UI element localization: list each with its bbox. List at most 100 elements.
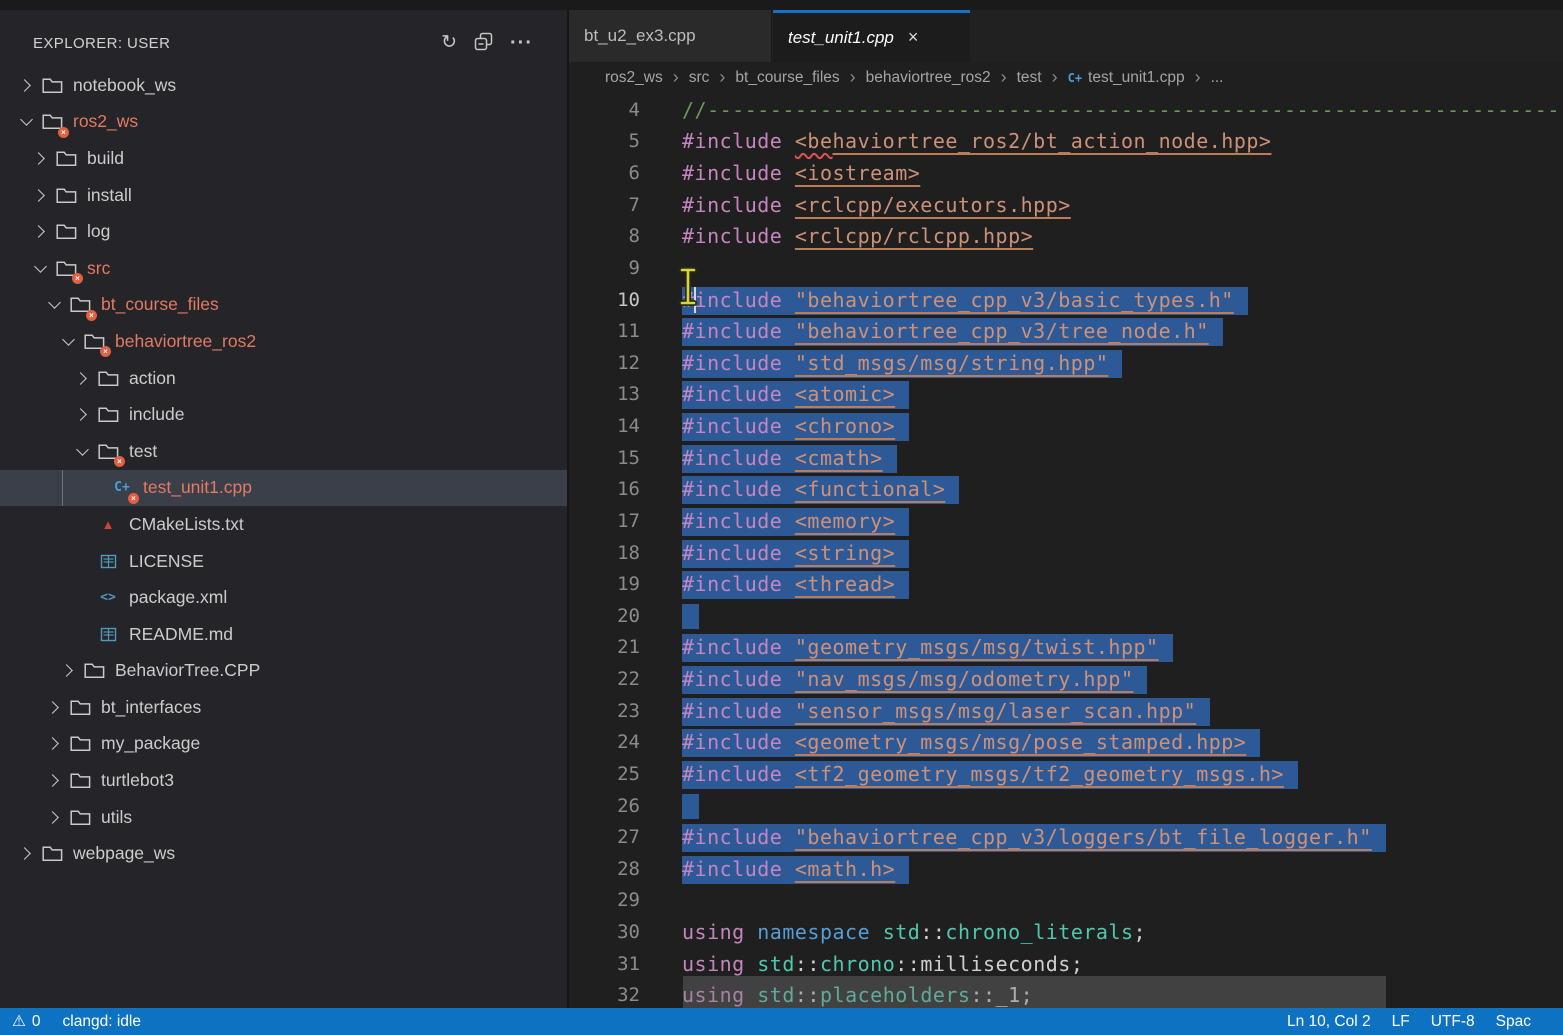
code-line-22[interactable]: 22#include "nav_msgs/msg/odometry.hpp" [569,663,1563,695]
line-number[interactable]: 19 [569,573,640,595]
tree-item-bt-course-files[interactable]: ×bt_course_files [0,287,567,324]
line-number[interactable]: 29 [569,889,640,911]
tree-item-turtlebot3[interactable]: turtlebot3 [0,762,567,799]
tree-item-log[interactable]: log [0,213,567,250]
tree-item-test[interactable]: ×test [0,433,567,470]
more-actions-icon[interactable]: ··· [510,34,533,52]
line-number[interactable]: 8 [569,225,640,247]
code-line-17[interactable]: 17#include <memory> [569,505,1563,537]
code-line-14[interactable]: 14#include <chrono> [569,410,1563,442]
tree-item-action[interactable]: action [0,360,567,397]
tree-item-build[interactable]: build [0,140,567,177]
code-line-7[interactable]: 7#include <rclcpp/executors.hpp> [569,189,1563,221]
code-line-26[interactable]: 26 [569,790,1563,822]
line-number[interactable]: 30 [569,921,640,943]
breadcrumb-item-src[interactable]: src [689,69,710,87]
code-line-25[interactable]: 25#include <tf2_geometry_msgs/tf2_geomet… [569,758,1563,790]
code-area[interactable]: 4//-------------------------------------… [569,94,1563,1008]
code-line-5[interactable]: 5#include <behaviortree_ros2/bt_action_n… [569,126,1563,158]
code-line-28[interactable]: 28#include <math.h> [569,853,1563,885]
line-number[interactable]: 11 [569,320,640,342]
code-line-6[interactable]: 6#include <iostream> [569,157,1563,189]
tree-item-test-unit1-cpp[interactable]: C+×test_unit1.cpp [0,470,567,507]
line-number[interactable]: 25 [569,763,640,785]
breadcrumb-item-ros2-ws[interactable]: ros2_ws [605,69,663,87]
breadcrumb-item-bt-course-files[interactable]: bt_course_files [735,69,839,87]
tree-item-ros2-ws[interactable]: ×ros2_ws [0,104,567,141]
tree-item-src[interactable]: ×src [0,250,567,287]
tree-item-notebook-ws[interactable]: notebook_ws [0,67,567,104]
line-number[interactable]: 31 [569,953,640,975]
code-line-20[interactable]: 20 [569,600,1563,632]
code-line-13[interactable]: 13#include <atomic> [569,379,1563,411]
line-number[interactable]: 16 [569,478,640,500]
tree-item-behaviortree-cpp[interactable]: BehaviorTree.CPP [0,653,567,690]
line-number[interactable]: 10 [569,289,640,311]
line-number[interactable]: 7 [569,194,640,216]
line-number[interactable]: 28 [569,858,640,880]
code-line-9[interactable]: 9 [569,252,1563,284]
breadcrumb-item-[interactable]: ... [1211,69,1224,87]
line-number[interactable]: 26 [569,795,640,817]
collapse-folders-icon[interactable] [474,32,493,55]
tree-item-behaviortree-ros2[interactable]: ×behaviortree_ros2 [0,323,567,360]
line-number[interactable]: 14 [569,415,640,437]
tree-item-utils[interactable]: utils [0,799,567,836]
breadcrumb-item-test[interactable]: test [1017,69,1042,87]
tree-item-readme-md[interactable]: README.md [0,616,567,653]
code-line-19[interactable]: 19#include <thread> [569,568,1563,600]
line-number[interactable]: 13 [569,383,640,405]
code-line-12[interactable]: 12#include "std_msgs/msg/string.hpp" [569,347,1563,379]
line-number[interactable]: 32 [569,984,640,1006]
horizontal-scrollbar[interactable] [683,976,1386,1008]
eol-indicator[interactable]: LF [1392,1013,1410,1031]
line-number[interactable]: 20 [569,605,640,627]
breadcrumb-item-behaviortree-ros2[interactable]: behaviortree_ros2 [866,69,991,87]
tree-item-cmakelists-txt[interactable]: ▲CMakeLists.txt [0,506,567,543]
problems-indicator[interactable]: ⚠ 0 [12,1012,41,1031]
cursor-position[interactable]: Ln 10, Col 2 [1287,1013,1371,1031]
line-number[interactable]: 22 [569,668,640,690]
line-number[interactable]: 23 [569,700,640,722]
line-number[interactable]: 15 [569,447,640,469]
line-number[interactable]: 24 [569,731,640,753]
line-number[interactable]: 12 [569,352,640,374]
code-line-24[interactable]: 24#include <geometry_msgs/msg/pose_stamp… [569,727,1563,759]
tree-item-package-xml[interactable]: <>package.xml [0,579,567,616]
line-number[interactable]: 18 [569,542,640,564]
close-tab-icon[interactable]: × [908,27,919,48]
code-line-15[interactable]: 15#include <cmath> [569,442,1563,474]
code-line-30[interactable]: 30using namespace std::chrono_literals; [569,916,1563,948]
tree-item-webpage-ws[interactable]: webpage_ws [0,835,567,872]
code-line-10[interactable]: 10#include "behaviortree_cpp_v3/basic_ty… [569,284,1563,316]
code-line-21[interactable]: 21#include "geometry_msgs/msg/twist.hpp" [569,632,1563,664]
code-line-23[interactable]: 23#include "sensor_msgs/msg/laser_scan.h… [569,695,1563,727]
breadcrumb-item-test-unit1-cpp[interactable]: C+test_unit1.cpp [1068,69,1185,87]
refresh-explorer-icon[interactable]: ↻ [441,34,457,52]
code-line-8[interactable]: 8#include <rclcpp/rclcpp.hpp> [569,221,1563,253]
code-line-16[interactable]: 16#include <functional> [569,474,1563,506]
tree-item-my-package[interactable]: my_package [0,726,567,763]
code-line-29[interactable]: 29 [569,885,1563,917]
code-line-4[interactable]: 4//-------------------------------------… [569,94,1563,126]
line-number[interactable]: 4 [569,99,640,121]
line-number[interactable]: 17 [569,510,640,532]
tree-item-bt-interfaces[interactable]: bt_interfaces [0,689,567,726]
tab-bt-u2-ex3-cpp[interactable]: bt_u2_ex3.cpp [569,10,772,62]
tree-item-license[interactable]: LICENSE [0,543,567,580]
code-line-18[interactable]: 18#include <string> [569,537,1563,569]
code-line-27[interactable]: 27#include "behaviortree_cpp_v3/loggers/… [569,821,1563,853]
tree-item-install[interactable]: install [0,177,567,214]
indentation-indicator[interactable]: Spac [1496,1013,1531,1031]
tab-test-unit1-cpp[interactable]: test_unit1.cpp × [773,10,970,62]
line-number[interactable]: 5 [569,130,640,152]
line-number[interactable]: 21 [569,636,640,658]
line-number[interactable]: 27 [569,826,640,848]
line-number[interactable]: 6 [569,162,640,184]
code-line-31[interactable]: 31using std::chrono::milliseconds; [569,948,1563,980]
line-number[interactable]: 9 [569,257,640,279]
clangd-status[interactable]: clangd: idle [63,1013,141,1031]
tree-item-include[interactable]: include [0,396,567,433]
code-line-11[interactable]: 11#include "behaviortree_cpp_v3/tree_nod… [569,315,1563,347]
encoding-indicator[interactable]: UTF-8 [1431,1013,1475,1031]
